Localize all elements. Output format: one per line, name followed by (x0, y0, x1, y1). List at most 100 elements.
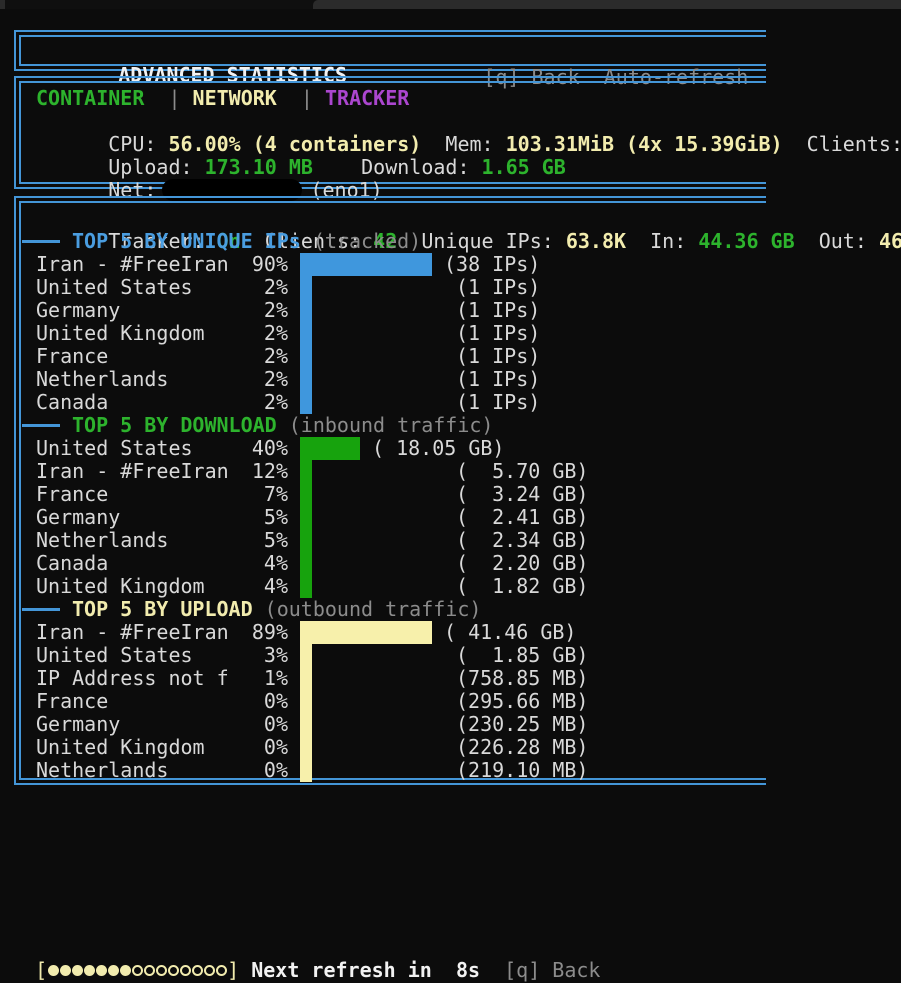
row-value: (1 IPs) (456, 299, 540, 322)
chart-row: Netherlands 0% (219.10 MB) (36, 759, 901, 782)
row-percent: 2% (196, 391, 288, 414)
stats-box: CONTAINER | NETWORK | TRACKER CPU: 56.00… (14, 76, 766, 189)
row-label: France (36, 345, 108, 368)
row-label: United States (36, 437, 193, 460)
row-percent: 0% (196, 759, 288, 782)
row-percent: 4% (196, 552, 288, 575)
progress-dot-filled (60, 965, 71, 976)
row-value: (1 IPs) (456, 368, 540, 391)
tab-bar-notch (0, 0, 5, 9)
tracker-summary-row: Tracker: On Clients: 42 Unique IPs: 63.8… (36, 207, 901, 230)
row-value: (295.66 MB) (456, 690, 588, 713)
progress-dot-empty (204, 965, 215, 976)
section-subtitle: (tracked) (301, 229, 421, 253)
progress-dot-filled (48, 965, 59, 976)
chart-row: Netherlands5%( 2.34 GB) (36, 529, 901, 552)
tracker-box: Tracker: On Clients: 42 Unique IPs: 63.8… (14, 196, 766, 785)
row-label: Netherlands (36, 529, 168, 552)
section-connector-line (22, 608, 60, 611)
row-label: Germany (36, 506, 120, 529)
tab-tracker[interactable]: TRACKER (325, 86, 409, 110)
tab-separator: | (277, 86, 325, 110)
row-value: (219.10 MB) (456, 759, 588, 782)
chart-row: Iran - #FreeIran90%(38 IPs) (36, 253, 901, 276)
chart-row: Canada2%(1 IPs) (36, 391, 901, 414)
progress-dot-filled (72, 965, 83, 976)
chart-row: Germany 5% ( 2.41 GB) (36, 506, 901, 529)
row-percent: 1% (196, 667, 288, 690)
section-subtitle: (outbound traffic) (253, 597, 482, 621)
window-tab-bar (0, 0, 901, 9)
row-label: France (36, 690, 108, 713)
progress-dot-empty (132, 965, 143, 976)
chart-row: Iran - #FreeIran89%( 41.46 GB) (36, 621, 901, 644)
progress-dot-empty (216, 965, 227, 976)
row-percent: 0% (196, 713, 288, 736)
progress-dot-empty (156, 965, 167, 976)
cpu-mem-row: CPU: 56.00% (4 containers) Mem: 103.31Mi… (36, 110, 901, 133)
progress-bracket-close: ] (227, 958, 239, 982)
row-value: (226.28 MB) (456, 736, 588, 759)
tab-network[interactable]: NETWORK (193, 86, 277, 110)
progress-dot-filled (96, 965, 107, 976)
chart-row: Canada4%( 2.20 GB) (36, 552, 901, 575)
chart-row: Netherlands 2% (1 IPs) (36, 368, 901, 391)
row-label: Germany (36, 713, 120, 736)
row-value: (230.25 MB) (456, 713, 588, 736)
section-title: TOP 5 BY DOWNLOAD (72, 413, 277, 437)
footer-back-hint[interactable]: [q] Back (504, 958, 600, 982)
row-label: Netherlands (36, 368, 168, 391)
row-bar (300, 322, 312, 345)
row-bar (300, 690, 312, 713)
tab-container[interactable]: CONTAINER (36, 86, 144, 110)
chart-row: Iran - #FreeIran12%( 5.70 GB) (36, 460, 901, 483)
row-bar (300, 713, 312, 736)
row-label: United States (36, 644, 193, 667)
progress-dot-empty (168, 965, 179, 976)
section-header: TOP 5 BY UPLOAD (outbound traffic) (36, 598, 901, 621)
row-bar (300, 391, 312, 414)
refresh-seconds: 8s (456, 958, 480, 982)
chart-row: United States40%( 18.05 GB) (36, 437, 901, 460)
row-value: (1 IPs) (456, 391, 540, 414)
section-subtitle: (inbound traffic) (277, 413, 494, 437)
row-percent: 5% (196, 506, 288, 529)
row-label: Netherlands (36, 759, 168, 782)
net-row: Net: (eno1) (36, 156, 901, 179)
row-value: ( 2.41 GB) (456, 506, 588, 529)
row-bar (300, 759, 312, 782)
row-value: ( 1.82 GB) (456, 575, 588, 598)
row-value: (1 IPs) (456, 345, 540, 368)
section-header: TOP 5 BY DOWNLOAD (inbound traffic) (36, 414, 901, 437)
tab-bar-background (313, 0, 901, 9)
row-bar (300, 667, 312, 690)
row-bar (300, 345, 312, 368)
row-percent: 0% (196, 736, 288, 759)
progress-dot-filled (120, 965, 131, 976)
refresh-progress-dots (47, 958, 227, 982)
footer-gap (480, 958, 504, 982)
chart-row: France7%( 3.24 GB) (36, 483, 901, 506)
row-label: Germany (36, 299, 120, 322)
row-value: ( 1.85 GB) (456, 644, 588, 667)
row-bar (300, 644, 312, 667)
chart-row: France2%(1 IPs) (36, 345, 901, 368)
chart-row: United Kingdom2%(1 IPs) (36, 322, 901, 345)
row-bar (300, 368, 312, 391)
tab-strip: CONTAINER | NETWORK | TRACKER (36, 87, 901, 110)
progress-dot-filled (84, 965, 95, 976)
row-label: Canada (36, 552, 108, 575)
row-percent: 5% (196, 529, 288, 552)
chart-row: France0%(295.66 MB) (36, 690, 901, 713)
row-percent: 2% (196, 368, 288, 391)
row-percent: 2% (196, 322, 288, 345)
row-bar (300, 621, 432, 644)
row-value: (1 IPs) (456, 322, 540, 345)
row-bar (300, 529, 312, 552)
refresh-status-bar: [] Next refresh in 8s [q] Back (11, 933, 600, 958)
tab-separator: | (144, 86, 192, 110)
row-bar (300, 253, 432, 276)
row-bar (300, 575, 312, 598)
chart-row: United Kingdom4%( 1.82 GB) (36, 575, 901, 598)
row-value: (1 IPs) (456, 276, 540, 299)
